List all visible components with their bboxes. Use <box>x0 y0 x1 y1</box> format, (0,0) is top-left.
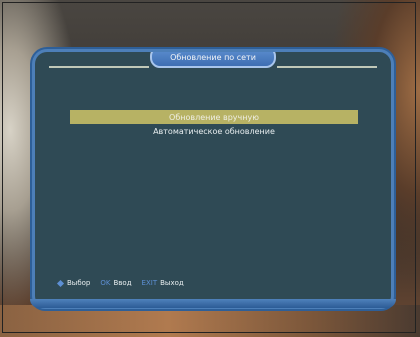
background-lower <box>0 305 420 337</box>
diamond-icon <box>56 279 65 287</box>
menu-item-label: Автоматическое обновление <box>153 126 275 136</box>
hint-ok-key: OK <box>100 279 111 287</box>
hint-select: Выбор <box>56 279 91 287</box>
menu-item-manual-update[interactable]: Обновление вручную <box>70 110 358 124</box>
footer-hints: Выбор OK Ввод EXIT Выход <box>56 279 194 287</box>
hint-exit-key: EXIT <box>141 279 158 287</box>
osd-panel: Обновление по сети Обновление вручную Ав… <box>35 52 391 306</box>
hint-ok: OK Ввод <box>100 279 131 287</box>
hint-ok-label: Ввод <box>113 279 132 287</box>
title-tab: Обновление по сети <box>150 52 276 68</box>
hint-exit: EXIT Выход <box>142 279 184 287</box>
panel-bottom-bar <box>30 299 396 308</box>
menu-item-auto-update[interactable]: Автоматическое обновление <box>70 124 358 138</box>
menu-item-label: Обновление вручную <box>169 112 259 122</box>
hint-select-label: Выбор <box>67 279 91 287</box>
topline-right <box>277 66 377 68</box>
hint-exit-label: Выход <box>160 279 184 287</box>
topline-left <box>49 66 149 68</box>
page-title: Обновление по сети <box>170 52 256 62</box>
menu-list: Обновление вручную Автоматическое обновл… <box>70 110 358 138</box>
